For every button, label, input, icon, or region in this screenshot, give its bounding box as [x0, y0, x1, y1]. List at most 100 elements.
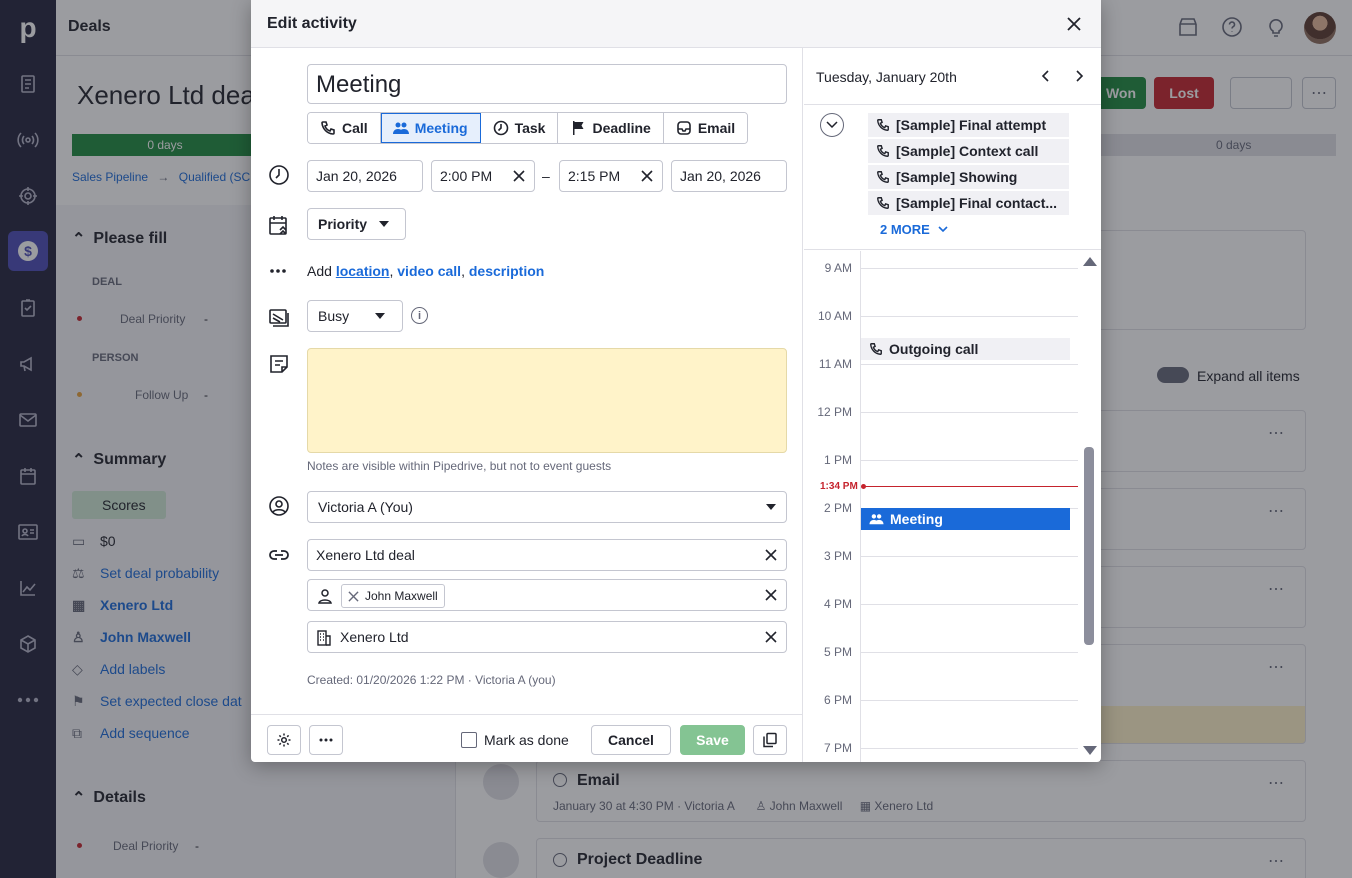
building-icon: [317, 630, 331, 646]
scroll-down-arrow[interactable]: [1083, 746, 1097, 755]
availability-icon: [268, 306, 290, 328]
hour-line: [860, 364, 1078, 365]
info-icon[interactable]: i: [411, 307, 428, 324]
hour-label: 1 PM: [823, 453, 852, 467]
type-deadline-button[interactable]: Deadline: [558, 113, 664, 143]
calendar-priority-icon: [268, 214, 290, 236]
mark-done-checkbox[interactable]: [461, 732, 477, 748]
phone-icon: [870, 343, 882, 355]
add-video-call-link[interactable]: video call: [397, 263, 461, 279]
type-task-button[interactable]: Task: [480, 113, 559, 143]
chevron-right-icon[interactable]: [1071, 68, 1087, 84]
user-circle-icon: [268, 495, 290, 517]
owner-dropdown[interactable]: Victoria A (You): [307, 491, 787, 523]
all-day-item[interactable]: [Sample] Final contact...: [868, 191, 1069, 215]
calendar-scrollbar[interactable]: [1084, 447, 1094, 645]
organization-link-input[interactable]: Xenero Ltd: [307, 621, 787, 653]
notes-hint: Notes are visible within Pipedrive, but …: [307, 459, 612, 473]
clock-icon: [268, 164, 290, 186]
hour-line: [860, 748, 1078, 749]
phone-icon: [877, 145, 889, 157]
hour-line: [860, 604, 1078, 605]
current-time-line: [862, 486, 1078, 487]
current-time-label: 1:34 PM: [820, 481, 858, 492]
add-location-link[interactable]: location: [336, 263, 390, 279]
type-meeting-button[interactable]: Meeting: [380, 113, 481, 143]
scroll-up-arrow[interactable]: [1083, 257, 1097, 266]
caret-down-icon: [766, 504, 776, 510]
gear-icon: [277, 733, 291, 747]
end-time-input[interactable]: 2:15 PM: [559, 160, 663, 192]
end-date-input[interactable]: Jan 20, 2026: [671, 160, 787, 192]
hour-label: 11 AM: [818, 357, 852, 371]
type-call-button[interactable]: Call: [308, 113, 381, 143]
hour-label: 10 AM: [817, 309, 852, 323]
hour-line: [860, 556, 1078, 557]
chevron-left-icon[interactable]: [1038, 68, 1054, 84]
link-icon: [268, 544, 290, 566]
hour-line: [860, 460, 1078, 461]
person-link-input[interactable]: John Maxwell: [307, 579, 787, 611]
caret-down-icon: [379, 221, 390, 227]
more-horizontal-icon: [268, 261, 290, 283]
close-icon[interactable]: [1065, 15, 1083, 33]
hour-label: 7 PM: [823, 741, 852, 755]
activity-form: Meeting Call Meeting Task Deadline Email: [251, 48, 803, 714]
hour-line: [860, 268, 1078, 269]
hour-label: 3 PM: [823, 549, 852, 563]
add-description-link[interactable]: description: [469, 263, 544, 279]
caret-down-icon: [375, 313, 386, 319]
people-icon: [869, 514, 884, 525]
type-email-button[interactable]: Email: [663, 113, 748, 143]
more-options-button[interactable]: [309, 725, 343, 755]
hour-label: 4 PM: [823, 597, 852, 611]
hour-label: 12 PM: [817, 405, 852, 419]
priority-dropdown[interactable]: Priority: [307, 208, 406, 240]
start-time-input[interactable]: 2:00 PM: [431, 160, 535, 192]
hour-label: 2 PM: [823, 501, 852, 515]
hour-line: [860, 652, 1078, 653]
clear-icon[interactable]: [512, 169, 526, 183]
person-chip[interactable]: John Maxwell: [341, 584, 445, 608]
people-icon: [392, 122, 409, 134]
phone-icon: [877, 197, 889, 209]
busy-dropdown[interactable]: Busy: [307, 300, 403, 332]
mail-icon: [677, 121, 691, 135]
calendar-date: Tuesday, January 20th: [816, 69, 957, 85]
settings-button[interactable]: [267, 725, 301, 755]
clear-icon[interactable]: [764, 548, 778, 562]
calendar-event-meeting[interactable]: Meeting: [861, 508, 1070, 530]
day-calendar: Tuesday, January 20th [Sample] Final att…: [804, 48, 1101, 762]
created-info: Created: 01/20/2026 1:22 PM · Victoria A…: [307, 673, 556, 687]
chevron-down-icon: [938, 226, 948, 233]
clear-icon[interactable]: [764, 588, 778, 602]
all-day-item[interactable]: [Sample] Showing: [868, 165, 1069, 189]
remove-chip-icon[interactable]: [348, 590, 359, 602]
all-day-item[interactable]: [Sample] Final attempt: [868, 113, 1069, 137]
clear-icon[interactable]: [640, 169, 654, 183]
start-date-input[interactable]: Jan 20, 2026: [307, 160, 423, 192]
save-button[interactable]: Save: [680, 725, 745, 755]
clear-icon[interactable]: [764, 630, 778, 644]
calendar-event-call[interactable]: Outgoing call: [861, 338, 1070, 360]
more-horizontal-icon: [319, 738, 333, 742]
hour-line: [860, 700, 1078, 701]
modal-title: Edit activity: [267, 15, 357, 32]
modal-header: Edit activity: [251, 0, 1101, 48]
show-more-link[interactable]: 2 MORE: [880, 222, 948, 237]
duplicate-button[interactable]: [753, 725, 787, 755]
clock-icon: [493, 120, 508, 136]
mark-done-label[interactable]: Mark as done: [484, 732, 569, 748]
edit-activity-modal: Edit activity Meeting Call Meeting Task …: [251, 0, 1101, 762]
hour-label: 6 PM: [823, 693, 852, 707]
phone-icon: [321, 121, 335, 135]
modal-footer: Mark as done Cancel Save: [251, 714, 803, 762]
subject-input[interactable]: Meeting: [307, 64, 787, 104]
cancel-button[interactable]: Cancel: [591, 725, 671, 755]
notes-textarea[interactable]: [307, 348, 787, 453]
hour-label: 5 PM: [823, 645, 852, 659]
deal-link-input[interactable]: Xenero Ltd deal: [307, 539, 787, 571]
all-day-item[interactable]: [Sample] Context call: [868, 139, 1069, 163]
time-grid[interactable]: 9 AM 10 AM 11 AM 12 PM 1 PM 2 PM 3 PM 4 …: [804, 251, 1101, 762]
collapse-toggle[interactable]: [820, 113, 844, 137]
